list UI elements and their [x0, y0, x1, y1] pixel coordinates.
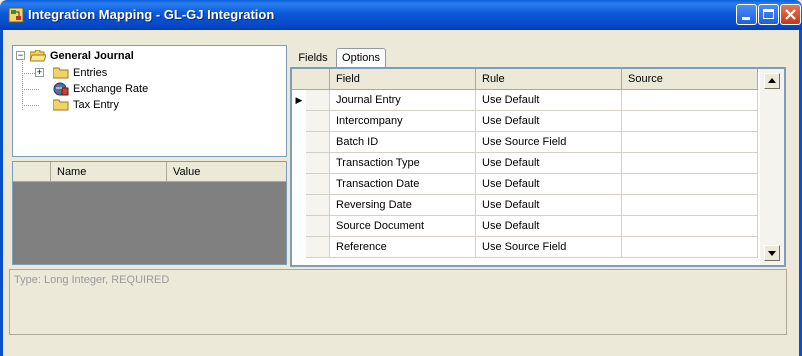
tree-node-label: Tax Entry [73, 99, 119, 111]
vertical-scrollbar[interactable] [760, 69, 784, 265]
scroll-up-button[interactable] [764, 73, 780, 89]
row-selector[interactable] [306, 195, 330, 216]
field-cell[interactable]: Reference [330, 237, 476, 258]
row-selector[interactable] [306, 111, 330, 132]
row-selector[interactable] [306, 153, 330, 174]
close-icon [785, 9, 796, 20]
field-cell[interactable]: Reversing Date [330, 195, 476, 216]
rule-cell[interactable]: Use Default [476, 90, 622, 111]
row-selector[interactable] [306, 216, 330, 237]
folder-icon [53, 67, 69, 79]
tab-fields[interactable]: Fields [296, 49, 330, 67]
tree-line [22, 59, 23, 110]
property-grid[interactable]: Name Value [12, 161, 287, 265]
property-grid-corner [13, 162, 51, 182]
row-selector[interactable] [306, 132, 330, 153]
maximize-button[interactable] [758, 4, 779, 25]
tab-options[interactable]: Options [336, 48, 386, 68]
rule-cell[interactable]: Use Default [476, 153, 622, 174]
exchange-rate-icon [53, 82, 69, 96]
field-cell[interactable]: Transaction Date [330, 174, 476, 195]
value-column-header[interactable]: Value [167, 162, 286, 182]
source-cell[interactable] [622, 237, 758, 258]
rule-cell[interactable]: Use Default [476, 195, 622, 216]
folder-icon [53, 99, 69, 111]
title-bar[interactable]: Integration Mapping - GL-GJ Integration [0, 0, 802, 30]
rule-cell[interactable]: Use Source Field [476, 237, 622, 258]
source-cell[interactable] [622, 90, 758, 111]
rule-column-header[interactable]: Rule [476, 69, 622, 90]
name-column-header[interactable]: Name [51, 162, 167, 182]
source-cell[interactable] [622, 111, 758, 132]
field-mapping-grid[interactable]: Field Rule Source ▶ Journal Entry Use De… [290, 67, 786, 267]
field-column-header[interactable]: Field [330, 69, 476, 90]
source-cell[interactable] [622, 216, 758, 237]
field-cell[interactable]: Journal Entry [330, 90, 476, 111]
minimize-icon [742, 17, 750, 20]
rule-cell[interactable]: Use Source Field [476, 132, 622, 153]
field-cell[interactable]: Batch ID [330, 132, 476, 153]
rule-cell[interactable]: Use Default [476, 174, 622, 195]
close-button[interactable] [780, 4, 801, 25]
tree-view[interactable]: − General Journal + Entries Exchange Rat… [12, 45, 287, 157]
tree-node-label: General Journal [50, 50, 134, 62]
expand-icon[interactable]: + [35, 68, 44, 77]
scrollbar-thumb[interactable] [764, 89, 780, 215]
field-type-description: Type: Long Integer, REQUIRED [14, 274, 170, 286]
tree-node-label: Exchange Rate [73, 83, 149, 95]
grid-corner [292, 69, 330, 90]
field-cell[interactable]: Source Document [330, 216, 476, 237]
description-panel: Type: Long Integer, REQUIRED [9, 269, 787, 335]
grid-body: ▶ Journal Entry Use Default Intercompany… [292, 90, 758, 265]
arrow-up-icon [768, 78, 776, 83]
source-cell[interactable] [622, 195, 758, 216]
source-column-header[interactable]: Source [622, 69, 758, 90]
row-selector[interactable] [306, 237, 330, 258]
minimize-button[interactable] [736, 4, 757, 25]
mapping-app-icon [8, 7, 24, 23]
open-folder-icon [30, 50, 46, 62]
row-selector[interactable] [306, 90, 330, 111]
source-cell[interactable] [622, 174, 758, 195]
source-cell[interactable] [622, 153, 758, 174]
field-cell[interactable]: Transaction Type [330, 153, 476, 174]
current-row-indicator-icon: ▶ [295, 95, 303, 105]
rule-cell[interactable]: Use Default [476, 111, 622, 132]
tree-line [22, 89, 39, 90]
maximize-icon [763, 9, 774, 19]
row-selector[interactable] [306, 174, 330, 195]
collapse-icon[interactable]: − [16, 51, 25, 60]
rule-cell[interactable]: Use Default [476, 216, 622, 237]
arrow-down-icon [768, 251, 776, 256]
tree-node-label: Entries [73, 67, 108, 79]
source-cell[interactable] [622, 132, 758, 153]
window-title: Integration Mapping - GL-GJ Integration [28, 7, 275, 22]
tree-line [22, 105, 39, 106]
window-frame-left [0, 30, 3, 356]
scroll-down-button[interactable] [764, 245, 780, 261]
field-cell[interactable]: Intercompany [330, 111, 476, 132]
